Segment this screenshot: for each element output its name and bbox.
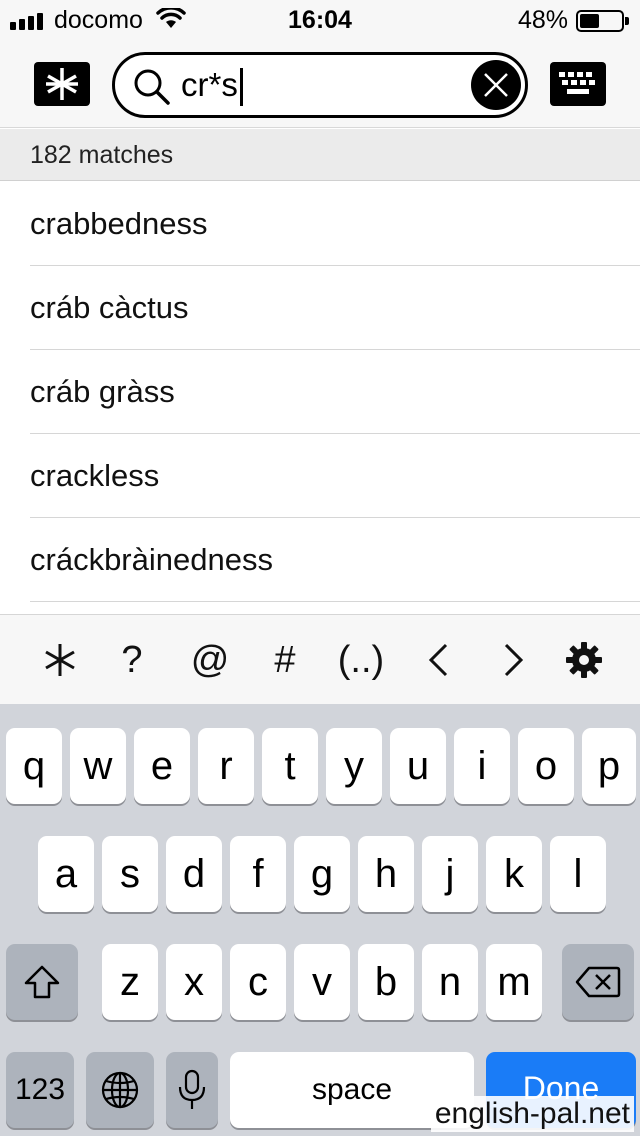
on-screen-keyboard: q w e r t y u i o p a s d f g h j k l z … (0, 704, 640, 1136)
divider (30, 601, 640, 602)
result-word: cráb càctus (30, 290, 189, 325)
chevron-left-icon (428, 643, 448, 677)
match-count: 182 matches (30, 141, 174, 169)
list-item[interactable]: cráb gràss (0, 350, 640, 434)
asterisk-icon (45, 644, 75, 676)
battery-icon (576, 10, 629, 32)
dictation-key[interactable] (166, 1052, 218, 1128)
key-b[interactable]: b (358, 944, 414, 1020)
key-k[interactable]: k (486, 836, 542, 912)
key-u[interactable]: u (390, 728, 446, 804)
backspace-icon (575, 966, 621, 998)
shift-key[interactable] (6, 944, 78, 1020)
insert-group-button[interactable]: (..) (331, 637, 391, 683)
numbers-key[interactable]: 123 (6, 1052, 74, 1128)
symbol-accessory-bar: ? @ # (..) (0, 614, 640, 704)
gear-icon (566, 642, 602, 678)
keyboard-toggle-button[interactable] (550, 62, 606, 106)
asterisk-icon (46, 68, 78, 100)
settings-button[interactable] (554, 637, 614, 683)
result-word: crackless (30, 458, 160, 493)
key-v[interactable]: v (294, 944, 350, 1020)
text-cursor (239, 68, 243, 106)
key-n[interactable]: n (422, 944, 478, 1020)
list-item[interactable]: cráckbràinedness (0, 518, 640, 602)
key-l[interactable]: l (550, 836, 606, 912)
result-word: crabbedness (30, 206, 208, 241)
close-icon (484, 73, 508, 97)
result-word: cráb gràss (30, 374, 175, 409)
key-h[interactable]: h (358, 836, 414, 912)
key-q[interactable]: q (6, 728, 62, 804)
key-w[interactable]: w (70, 728, 126, 804)
key-d[interactable]: d (166, 836, 222, 912)
battery-percentage: 48% (518, 6, 569, 34)
clear-search-button[interactable] (471, 60, 521, 110)
key-z[interactable]: z (102, 944, 158, 1020)
key-j[interactable]: j (422, 836, 478, 912)
results-list[interactable]: crabbedness cráb càctus cráb gràss crack… (0, 182, 640, 614)
result-word: cráckbràinedness (30, 542, 273, 577)
key-g[interactable]: g (294, 836, 350, 912)
key-c[interactable]: c (230, 944, 286, 1020)
key-r[interactable]: r (198, 728, 254, 804)
insert-at-button[interactable]: @ (180, 637, 240, 683)
microphone-icon (178, 1069, 206, 1109)
insert-question-button[interactable]: ? (102, 637, 162, 683)
search-toolbar (0, 40, 640, 128)
status-bar: docomo 16:04 48% (0, 0, 640, 40)
key-x[interactable]: x (166, 944, 222, 1020)
insert-asterisk-button[interactable] (30, 637, 90, 683)
shift-arrow-icon (24, 965, 60, 999)
list-item[interactable]: crackless (0, 434, 640, 518)
search-input[interactable] (181, 65, 451, 105)
key-p[interactable]: p (582, 728, 636, 804)
cursor-left-button[interactable] (408, 637, 468, 683)
key-a[interactable]: a (38, 836, 94, 912)
keyboard-icon (559, 72, 595, 94)
watermark: english-pal.net (430, 1096, 634, 1132)
backspace-key[interactable] (562, 944, 634, 1020)
cursor-right-button[interactable] (484, 637, 544, 683)
key-m[interactable]: m (486, 944, 542, 1020)
key-o[interactable]: o (518, 728, 574, 804)
globe-key[interactable] (86, 1052, 154, 1128)
insert-hash-button[interactable]: # (255, 637, 315, 683)
key-s[interactable]: s (102, 836, 158, 912)
key-y[interactable]: y (326, 728, 382, 804)
list-item[interactable]: cráb càctus (0, 266, 640, 350)
globe-icon (101, 1071, 139, 1109)
key-i[interactable]: i (454, 728, 510, 804)
key-f[interactable]: f (230, 836, 286, 912)
match-count-bar: 182 matches (0, 129, 640, 181)
chevron-right-icon (504, 643, 524, 677)
key-t[interactable]: t (262, 728, 318, 804)
search-field[interactable] (112, 52, 528, 118)
wildcard-mode-button[interactable] (34, 62, 90, 106)
search-icon (134, 69, 170, 105)
key-e[interactable]: e (134, 728, 190, 804)
list-item[interactable]: crabbedness (0, 182, 640, 266)
